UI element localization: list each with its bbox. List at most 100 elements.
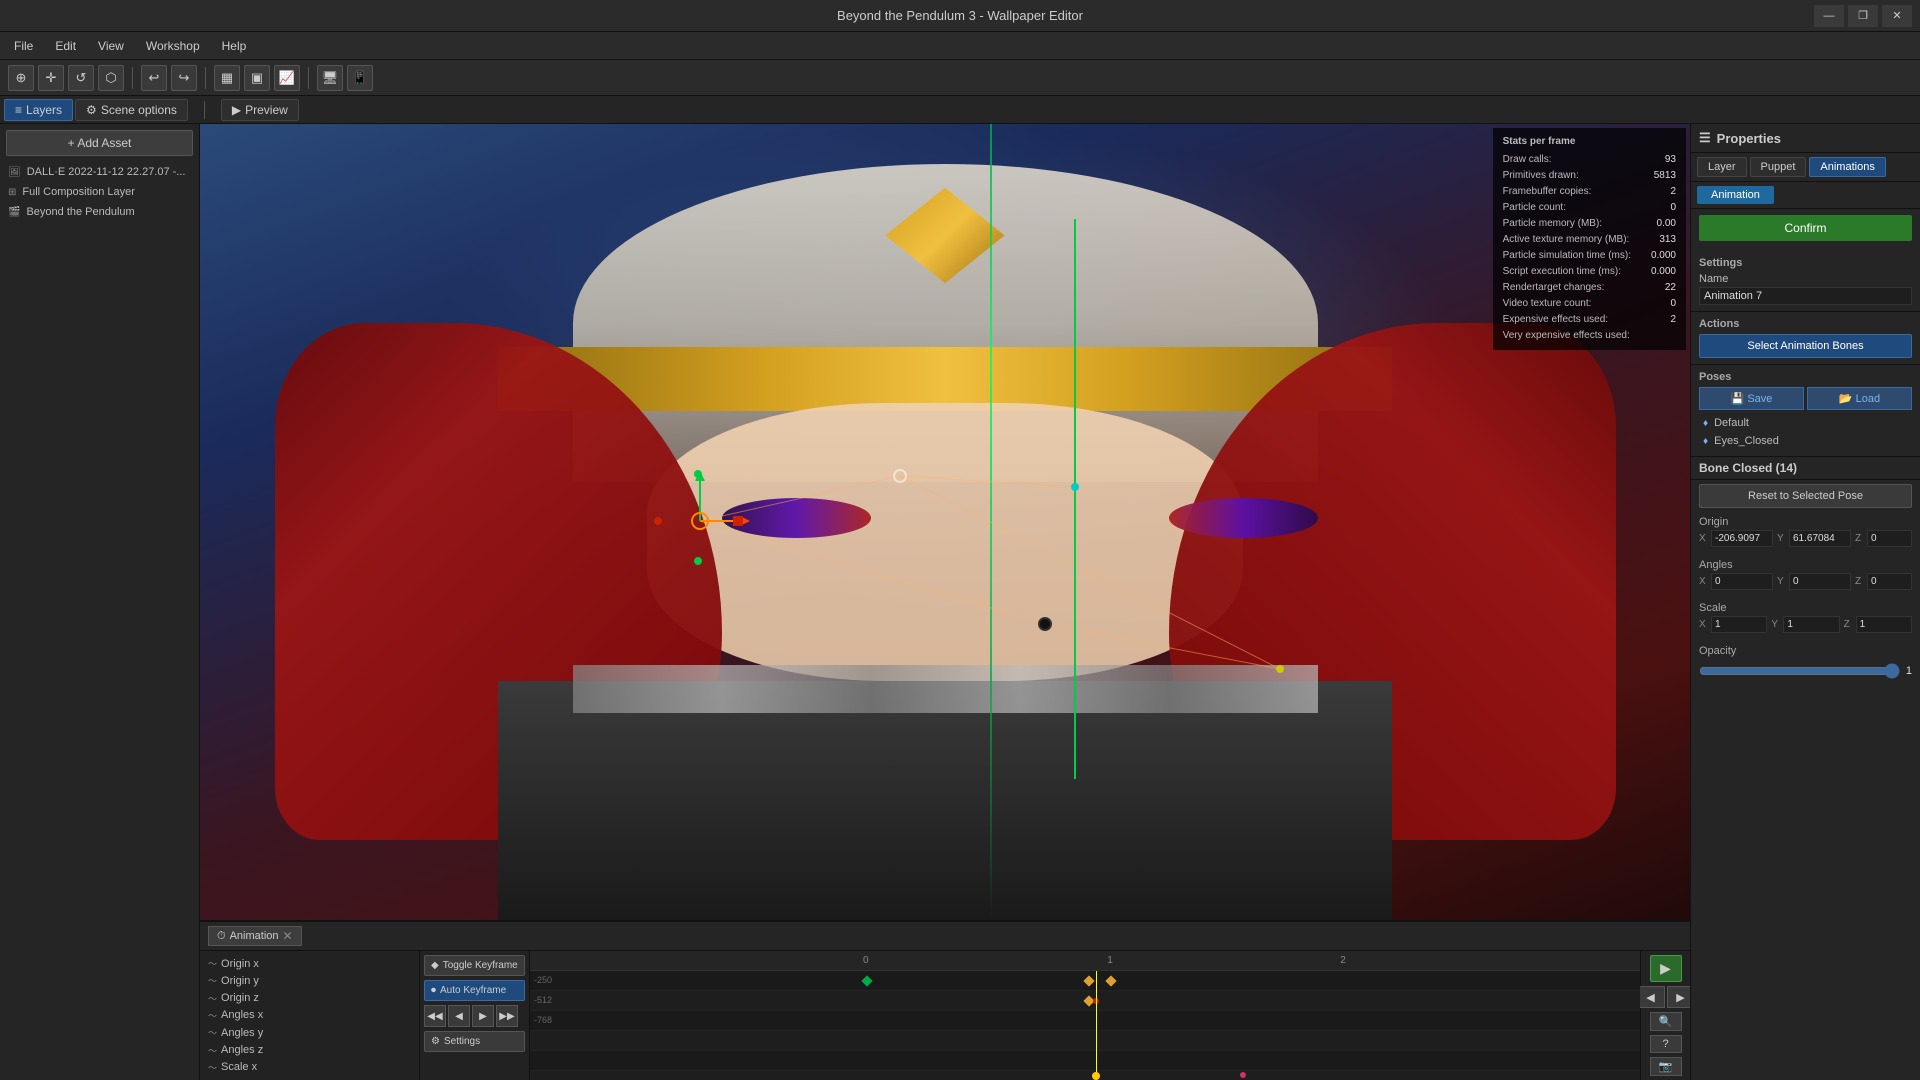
settings-button[interactable]: ⚙ Settings [424,1031,525,1052]
tab-animations[interactable]: Animations [1809,157,1885,177]
animation-timeline[interactable]: 0 1 2 -250 [530,951,1640,1080]
menu-file[interactable]: File [4,35,43,57]
origin-x-input[interactable] [1711,530,1773,547]
animation-close-button[interactable]: ✕ [283,929,293,943]
menu-view[interactable]: View [88,35,134,57]
keyframe-orange-2[interactable] [1106,975,1117,986]
tool-pointer[interactable]: ⊕ [8,65,34,91]
save-pose-button[interactable]: 💾 Save [1699,387,1804,410]
tool-move[interactable]: ✛ [38,65,64,91]
close-button[interactable]: ✕ [1882,5,1912,27]
play-button[interactable]: ▶ [1650,955,1682,982]
bone-control-cyan[interactable] [1071,483,1079,491]
name-input[interactable] [1699,287,1912,305]
track-label-0: Origin x [221,958,259,970]
origin-y-input[interactable] [1789,530,1851,547]
toggle-keyframe-label: Toggle Keyframe [443,960,518,971]
scale-z-input[interactable] [1856,616,1912,633]
tool-frame[interactable]: ▣ [244,65,270,91]
prev-frame-button[interactable]: ◀ [1637,986,1665,1008]
subtab-animation[interactable]: Animation [1697,186,1774,204]
angles-x-label: X [1699,576,1709,587]
properties-header: ☰ Properties [1691,124,1920,153]
auto-keyframe-button[interactable]: ⏺ Auto Keyframe [424,980,525,1001]
menu-workshop[interactable]: Workshop [136,35,210,57]
layer-item-pendulum[interactable]: 🎬 Beyond the Pendulum [0,202,199,222]
scale-y-input[interactable] [1783,616,1839,633]
confirm-button[interactable]: Confirm [1699,215,1912,241]
pose-item-eyes-closed[interactable]: ♦ Eyes_Closed [1699,432,1912,450]
bone-control-yellow[interactable] [1276,665,1284,673]
opacity-slider[interactable] [1699,663,1900,679]
tool-graph[interactable]: 📈 [274,65,300,91]
tool-rotate[interactable]: ↺ [68,65,94,91]
minimize-button[interactable]: — [1814,5,1844,27]
settings-icon: ⚙ [431,1036,440,1047]
layer-item-dalle[interactable]: 🖼 DALL·E 2022-11-12 22.27.07 -... [0,162,199,182]
select-animation-bones-button[interactable]: Select Animation Bones [1699,334,1912,358]
bone-control-green-bottom[interactable] [694,557,702,565]
tool-undo[interactable]: ↩ [141,65,167,91]
help-button[interactable]: ? [1650,1035,1682,1054]
scale-z-field: Z [1844,616,1912,633]
canvas-viewport[interactable]: Stats per frame Draw calls:93 Primitives… [200,124,1690,920]
track-icon-5: 〜 [208,1044,217,1057]
origin-z-input[interactable] [1867,530,1912,547]
menu-edit[interactable]: Edit [45,35,86,57]
tab-scene-options[interactable]: ⚙ Scene options [75,99,188,121]
tool-mobile[interactable]: 📱 [347,65,373,91]
tab-puppet[interactable]: Puppet [1750,157,1807,177]
animation-tab-icon: ⏱ [217,930,226,943]
bone-control-red1[interactable] [654,517,662,525]
bone-control-main[interactable] [691,512,709,530]
tool-monitor[interactable]: 🖥 [317,65,343,91]
bone-control-white1[interactable] [893,469,907,483]
angles-z-input[interactable] [1867,573,1912,590]
animation-tab[interactable]: ⏱ Animation ✕ [208,926,302,946]
layer-item-composition[interactable]: ⊞ Full Composition Layer [0,182,199,202]
tool-grid[interactable]: ▦ [214,65,240,91]
timeline-content: -250 -512 [530,971,1640,1080]
stat-rendertarget: Rendertarget changes:22 [1503,280,1676,296]
preview-label: Preview [245,103,288,117]
bone-control-green-top[interactable] [694,470,702,478]
reset-to-selected-pose-button[interactable]: Reset to Selected Pose [1699,484,1912,508]
next-frame-button[interactable]: ▶ [1667,986,1691,1008]
scale-x-input[interactable] [1711,616,1767,633]
angles-x-input[interactable] [1711,573,1773,590]
bone-control-black1[interactable] [1038,617,1052,631]
bone-control-red-sq[interactable] [733,516,743,526]
tab-layers[interactable]: ≡ Layers [4,99,73,121]
main-layout: + Add Asset 🖼 DALL·E 2022-11-12 22.27.07… [0,124,1920,1080]
ruler-2: 2 [1340,955,1346,966]
anim-ctrl-btn-4[interactable]: ▶▶ [496,1005,518,1027]
tab-preview[interactable]: ▶ Preview [221,99,299,121]
tool-shape[interactable]: ⬡ [98,65,124,91]
timeline-track-3 [530,1031,1640,1051]
menu-help[interactable]: Help [212,35,257,57]
keyframe-green-1[interactable] [861,975,872,986]
tab-layer[interactable]: Layer [1697,157,1747,177]
load-pose-button[interactable]: 📂 Load [1807,387,1912,410]
angles-y-input[interactable] [1789,573,1851,590]
pose-item-default[interactable]: ♦ Default [1699,414,1912,432]
stat-primitives: Primitives drawn:5813 [1503,168,1676,184]
track-icon-0: 〜 [208,957,217,970]
save-label: Save [1747,393,1772,405]
scene-options-label: Scene options [101,103,177,117]
zoom-button[interactable]: 🔍 [1650,1012,1682,1031]
anim-ctrl-btn-2[interactable]: ◀ [448,1005,470,1027]
camera-button[interactable]: 📷 [1650,1057,1682,1076]
track-label-2: Origin z [221,992,259,1004]
maximize-button[interactable]: ❐ [1848,5,1878,27]
add-asset-button[interactable]: + Add Asset [6,130,193,156]
keyframe-icon: ◆ [431,960,439,971]
opacity-section: Opacity 1 [1691,641,1920,687]
window-controls[interactable]: — ❐ ✕ [1814,5,1912,27]
keyframe-orange-1[interactable] [1083,975,1094,986]
anim-ctrl-btn-3[interactable]: ▶ [472,1005,494,1027]
anim-ctrl-btn-1[interactable]: ◀◀ [424,1005,446,1027]
tool-redo[interactable]: ↪ [171,65,197,91]
toggle-keyframe-button[interactable]: ◆ Toggle Keyframe [424,955,525,976]
timeline-playhead[interactable] [1096,971,1097,1080]
